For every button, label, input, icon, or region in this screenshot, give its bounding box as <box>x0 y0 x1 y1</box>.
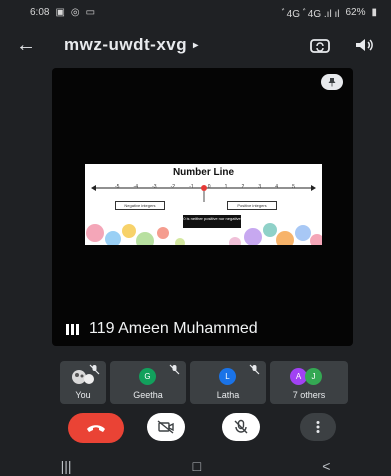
participant-name: You <box>75 390 91 400</box>
tick-label: -2 <box>170 184 176 190</box>
tick-label: 1 <box>224 184 228 190</box>
camera-off-icon <box>157 420 174 434</box>
switch-camera-icon[interactable] <box>309 34 331 56</box>
status-bar: 6:08 ▣ ◎ ▭ ﾞ4G ﾞ4G .ıl ıl 62% ▮ <box>0 0 391 24</box>
tick-label: -4 <box>133 184 138 190</box>
phone-hangup-icon <box>87 425 105 432</box>
end-call-button[interactable] <box>68 413 124 443</box>
participant-strip: You G Geetha L Latha A J 7 others <box>60 361 348 404</box>
gallery-notification-icon: ▣ <box>55 6 65 18</box>
active-speaker-label: 119 Ameen Muhammed <box>66 320 258 338</box>
app-bar-actions <box>309 34 375 56</box>
caret-right-icon: ▸ <box>193 39 199 51</box>
cast-notification-icon: ▭ <box>85 6 96 18</box>
slide-title: Number Line <box>172 167 235 178</box>
tick-label: -1 <box>189 184 194 190</box>
main-video-stage[interactable]: Number Line -5 -4 -3 -2 -1 0 1 2 3 4 5 N… <box>52 68 353 346</box>
tick-label: 0 <box>207 184 211 190</box>
status-time: 6:08 <box>30 6 50 18</box>
audio-level-icon <box>66 323 79 335</box>
mic-off-icon <box>89 364 100 375</box>
tick-label: -5 <box>115 184 120 190</box>
participant-name: Latha <box>216 390 240 400</box>
status-right: ﾞ4G ﾞ4G .ıl ıl 62% ▮ <box>282 5 377 20</box>
tick-label: 5 <box>292 184 295 190</box>
speaker-name: 119 Ameen Muhammed <box>89 320 258 337</box>
back-arrow-icon[interactable]: ← <box>16 34 44 57</box>
participant-name: 7 others <box>292 390 326 400</box>
participant-name: Geetha <box>133 390 163 400</box>
signal-indicators: ﾞ4G ﾞ4G .ıl ıl <box>281 8 340 20</box>
avatar: J <box>305 368 322 385</box>
positive-integers-label: Positive integers <box>227 201 277 210</box>
meeting-code: mwz-uwdt-xvg <box>64 35 188 54</box>
call-controls <box>0 413 391 443</box>
mic-toggle-button[interactable] <box>222 413 260 441</box>
participant-tile-you[interactable]: You <box>60 361 106 404</box>
camera-toggle-button[interactable] <box>147 413 185 441</box>
number-line-graphic <box>91 185 316 202</box>
app-bar: ← mwz-uwdt-xvg ▸ <box>0 26 391 64</box>
mic-off-icon <box>234 419 248 434</box>
back-icon[interactable]: < <box>302 458 350 474</box>
participant-tile-geetha[interactable]: G Geetha <box>110 361 186 404</box>
battery-level: 62% <box>345 6 366 18</box>
avatar: L <box>219 368 236 385</box>
number-line-ticks: -5 -4 -3 -2 -1 0 1 2 3 4 5 <box>115 184 295 190</box>
zero-note-label: 0 is neither positive nor negative <box>183 215 241 228</box>
participant-tile-others[interactable]: A J 7 others <box>270 361 348 404</box>
negative-integers-label: Negative integers <box>115 201 165 210</box>
whatsapp-notification-icon: ◎ <box>70 6 80 18</box>
battery-icon: ▮ <box>371 6 377 18</box>
tick-label: -3 <box>152 184 157 190</box>
more-options-button[interactable] <box>300 413 336 441</box>
status-left: 6:08 ▣ ◎ ▭ <box>30 7 95 18</box>
mic-off-icon <box>249 364 260 375</box>
pin-icon[interactable] <box>321 74 343 90</box>
participant-tile-latha[interactable]: L Latha <box>190 361 266 404</box>
home-icon[interactable]: □ <box>173 458 221 474</box>
tick-label: 3 <box>258 184 262 190</box>
system-nav-bar: ||| □ < <box>0 456 391 476</box>
more-vert-icon <box>316 421 320 433</box>
speaker-icon[interactable] <box>353 34 375 56</box>
meeting-title[interactable]: mwz-uwdt-xvg ▸ <box>64 35 199 55</box>
avatar: G <box>139 368 156 385</box>
mic-off-icon <box>169 364 180 375</box>
recents-icon[interactable]: ||| <box>41 458 92 474</box>
tick-label: 2 <box>241 184 245 190</box>
tick-label: 4 <box>275 184 279 190</box>
shared-slide: Number Line -5 -4 -3 -2 -1 0 1 2 3 4 5 N… <box>85 164 322 245</box>
